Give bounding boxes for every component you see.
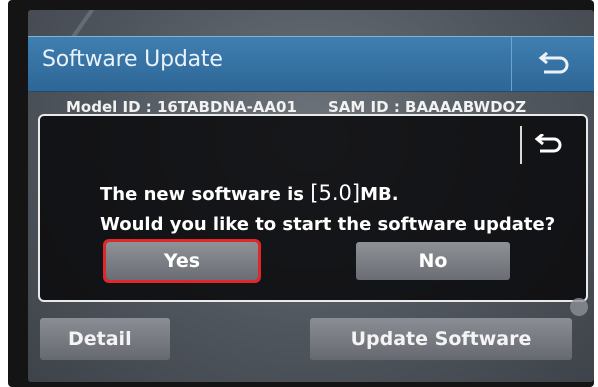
dialog-message: The new software is [5.0]MB. Would you l… [100,178,555,240]
title-back-button[interactable] [511,37,594,91]
message-line-1: The new software is [5.0]MB. [100,178,555,210]
no-button[interactable]: No [356,242,510,280]
display-screen: Software Update Model ID : 16TABDNA-AA01… [28,10,594,382]
back-arrow-icon [534,134,562,153]
scroll-down-indicator-icon[interactable] [570,298,588,316]
device-bezel: Software Update Model ID : 16TABDNA-AA01… [8,0,594,387]
yes-button[interactable]: Yes [103,239,261,283]
title-bar: Software Update [28,36,594,92]
confirm-dialog: The new software is [5.0]MB. Would you l… [38,114,588,302]
message-suffix: MB. [360,184,399,205]
back-arrow-icon [538,52,569,74]
dialog-back-button[interactable] [520,126,574,164]
message-question: Would you like to start the software upd… [100,214,556,235]
update-software-button[interactable]: Update Software [310,318,572,360]
page-title: Software Update [42,47,223,72]
message-prefix: The new software is [100,184,311,205]
detail-button[interactable]: Detail [40,318,170,360]
software-size: [5.0] [310,181,361,205]
